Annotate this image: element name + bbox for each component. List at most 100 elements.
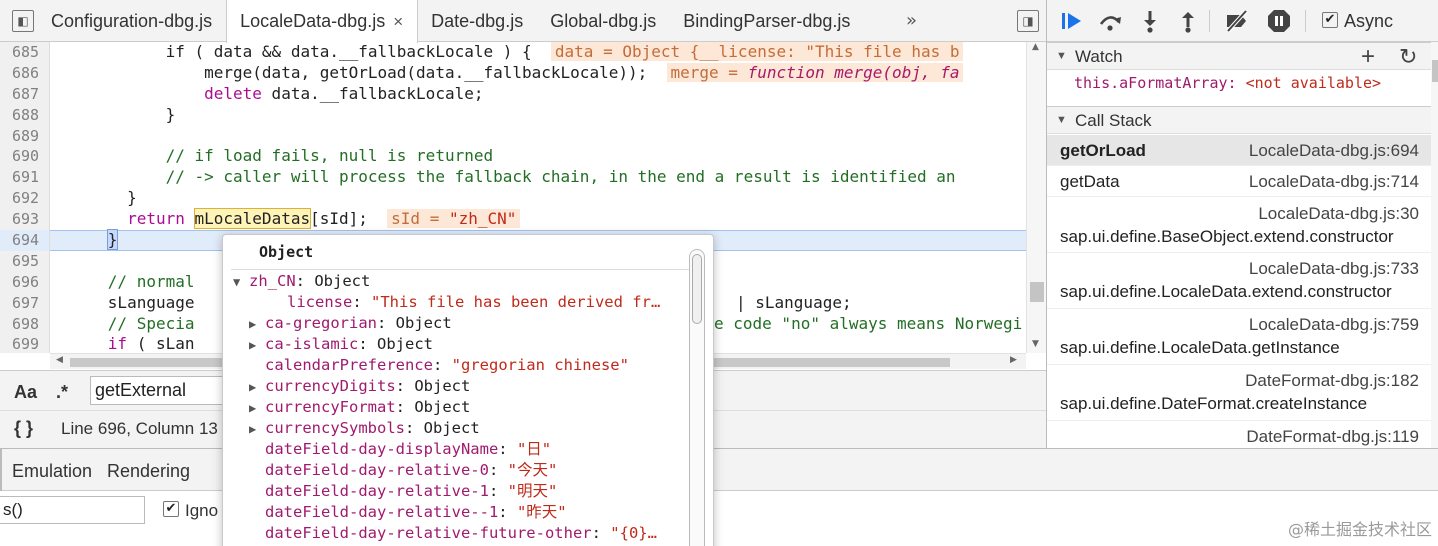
line-number[interactable]: 688 xyxy=(0,105,49,126)
debugger-sidebar: ✔ Async ▼ Watch + ↻ this.aFormatArray: <… xyxy=(1046,0,1438,448)
object-property-row[interactable]: dateField-day-relative-0: "今天" xyxy=(233,460,689,481)
object-property-row[interactable]: license: "This file has been derived fr… xyxy=(233,292,689,313)
property-key: ca-islamic xyxy=(265,335,359,353)
editor-tab[interactable]: BindingParser-dbg.js xyxy=(670,0,864,42)
property-separator: : xyxy=(395,398,415,416)
object-property-row[interactable]: ▶ currencyFormat: Object xyxy=(233,397,689,418)
line-number[interactable]: 694 xyxy=(0,230,49,251)
line-number[interactable]: 691 xyxy=(0,167,49,188)
pause-on-exceptions-icon[interactable] xyxy=(1266,8,1292,34)
search-input[interactable] xyxy=(90,376,230,405)
scroll-up-arrow[interactable]: ▲ xyxy=(1032,42,1039,52)
line-number[interactable]: 686 xyxy=(0,63,49,84)
refresh-watch-icon[interactable]: ↻ xyxy=(1399,44,1417,70)
code-line-693: return mLocaleDatas[sId]; sId = "zh_CN" xyxy=(50,208,1026,230)
scroll-left-arrow[interactable]: ◀ xyxy=(56,355,63,365)
code-line-690: // if load fails, null is returned xyxy=(50,146,494,166)
object-property-row[interactable]: calendarPreference: "gregorian chinese" xyxy=(233,355,689,376)
line-number[interactable]: 692 xyxy=(0,188,49,209)
line-number[interactable]: 689 xyxy=(0,126,49,147)
collapsed-triangle-icon[interactable]: ▶ xyxy=(249,419,265,439)
watch-expression-row[interactable]: this.aFormatArray: <not available> xyxy=(1074,74,1381,92)
more-tabs-button[interactable]: » xyxy=(906,0,917,42)
popover-scrollbar[interactable] xyxy=(689,249,705,546)
line-number[interactable]: 697 xyxy=(0,293,49,314)
add-watch-icon[interactable]: + xyxy=(1361,43,1375,71)
step-out-icon[interactable] xyxy=(1175,8,1201,34)
property-separator: : xyxy=(295,272,315,290)
object-property-row[interactable]: ▶ ca-gregorian: Object xyxy=(233,313,689,334)
inline-value-merge[interactable]: merge = function merge(obj, fa xyxy=(666,62,964,82)
line-number[interactable]: 698 xyxy=(0,314,49,335)
expanded-triangle-icon[interactable]: ▼ xyxy=(233,272,249,292)
hovered-identifier[interactable]: mLocaleDatas xyxy=(193,208,312,230)
editor-tab[interactable]: Date-dbg.js xyxy=(418,0,537,42)
match-case-toggle[interactable]: Aa xyxy=(14,382,37,403)
ignore-checkbox[interactable]: ✔ xyxy=(163,501,179,517)
toggle-navigator-icon[interactable]: ◧ xyxy=(12,10,34,32)
call-frame[interactable]: LocaleData-dbg.js:759 sap.ui.define.Loca… xyxy=(1047,309,1431,365)
editor-vertical-scrollbar[interactable]: ▲ ▼ xyxy=(1026,42,1046,353)
line-number[interactable]: 695 xyxy=(0,251,49,272)
watch-section-header[interactable]: ▼ Watch + ↻ xyxy=(1047,42,1431,70)
call-frame[interactable]: DateFormat-dbg.js:182 sap.ui.define.Date… xyxy=(1047,365,1431,421)
drawer-tab-emulation[interactable]: Emulation xyxy=(12,461,92,482)
editor-tab[interactable]: Configuration-dbg.js xyxy=(38,0,226,42)
object-property-row[interactable]: dateField-day-displayName: "日" xyxy=(233,439,689,460)
object-property-row[interactable]: ▶ currencySymbols: Object xyxy=(233,418,689,439)
sidebar-scroll-thumb[interactable] xyxy=(1432,60,1438,82)
inline-value-sid[interactable]: sId = "zh_CN" xyxy=(387,209,521,229)
popover-scroll-thumb[interactable] xyxy=(692,254,702,324)
line-number[interactable]: 699 xyxy=(0,334,49,353)
drawer-filter-input[interactable] xyxy=(0,496,145,524)
call-frame[interactable]: LocaleData-dbg.js:30 sap.ui.define.BaseO… xyxy=(1047,197,1431,253)
drawer-tab-rendering[interactable]: Rendering xyxy=(107,461,190,482)
line-number[interactable]: 690 xyxy=(0,146,49,167)
step-into-icon[interactable] xyxy=(1137,8,1163,34)
line-number-gutter[interactable]: 685 686 687 688 689 690 691 692 693 694 695 696 697 6… xyxy=(0,42,50,353)
object-property-row[interactable]: dateField-day-relative-1: "明天" xyxy=(233,481,689,502)
inline-value-data[interactable]: data = Object {__license: "This file has… xyxy=(550,42,964,61)
object-property-row[interactable]: dateField-day-relative-future-other: "{0… xyxy=(233,523,689,544)
scroll-down-arrow[interactable]: ▼ xyxy=(1032,339,1039,349)
editor-vertical-scroll-thumb[interactable] xyxy=(1030,282,1044,302)
editor-tab[interactable]: LocaleData-dbg.js × xyxy=(226,0,419,43)
watermark: @稀土掘金技术社区 xyxy=(1287,520,1432,539)
call-frame[interactable]: DateFormat-dbg.js:119 xyxy=(1047,421,1431,448)
line-number[interactable]: 687 xyxy=(0,84,49,105)
object-property-row[interactable]: ▼ zh_CN: Object xyxy=(233,271,689,292)
regex-toggle[interactable]: .* xyxy=(56,382,68,403)
sidebar-scrollbar[interactable] xyxy=(1431,42,1438,448)
object-property-row[interactable]: ▶ currencyDigits: Object xyxy=(233,376,689,397)
close-tab-icon[interactable]: × xyxy=(393,12,403,31)
object-property-row[interactable]: ▶ ca-islamic: Object xyxy=(233,334,689,355)
collapsed-triangle-icon[interactable]: ▶ xyxy=(249,398,265,418)
collapsed-triangle-icon[interactable]: ▶ xyxy=(249,335,265,355)
object-property-row[interactable]: dateField-day-relative--1: "昨天" xyxy=(233,502,689,523)
call-frame[interactable]: getData LocaleData-dbg.js:714 xyxy=(1047,166,1431,197)
property-value: "今天" xyxy=(507,461,558,479)
async-checkbox[interactable]: ✔ xyxy=(1322,12,1338,28)
call-frame[interactable]: getOrLoad LocaleData-dbg.js:694 xyxy=(1047,135,1431,166)
resume-icon[interactable] xyxy=(1059,8,1085,34)
call-stack-section-header[interactable]: ▼ Call Stack xyxy=(1047,106,1431,134)
toggle-debugger-sidebar-icon[interactable]: ◨ xyxy=(1017,10,1039,32)
watch-value: <not available> xyxy=(1245,74,1382,92)
scroll-right-arrow[interactable]: ▶ xyxy=(1010,355,1017,365)
property-key: zh_CN xyxy=(249,272,296,290)
property-value: Object xyxy=(414,398,471,416)
editor-tab[interactable]: Global-dbg.js xyxy=(537,0,670,42)
step-over-icon[interactable] xyxy=(1097,8,1123,34)
collapsed-triangle-icon[interactable]: ▶ xyxy=(249,314,265,334)
property-key: dateField-day-relative-future-other xyxy=(265,524,592,542)
line-number[interactable]: 696 xyxy=(0,272,49,293)
property-separator: : xyxy=(498,440,517,458)
deactivate-breakpoints-icon[interactable] xyxy=(1224,8,1250,34)
line-number[interactable]: 693 xyxy=(0,209,49,230)
pretty-print-icon[interactable]: { } xyxy=(14,418,33,439)
property-key: currencySymbols xyxy=(265,419,405,437)
call-frame[interactable]: LocaleData-dbg.js:733 sap.ui.define.Loca… xyxy=(1047,253,1431,309)
object-preview-popover[interactable]: Object ▼ zh_CN: Object license: "This file… xyxy=(222,234,714,546)
collapsed-triangle-icon[interactable]: ▶ xyxy=(249,377,265,397)
line-number[interactable]: 685 xyxy=(0,42,49,63)
